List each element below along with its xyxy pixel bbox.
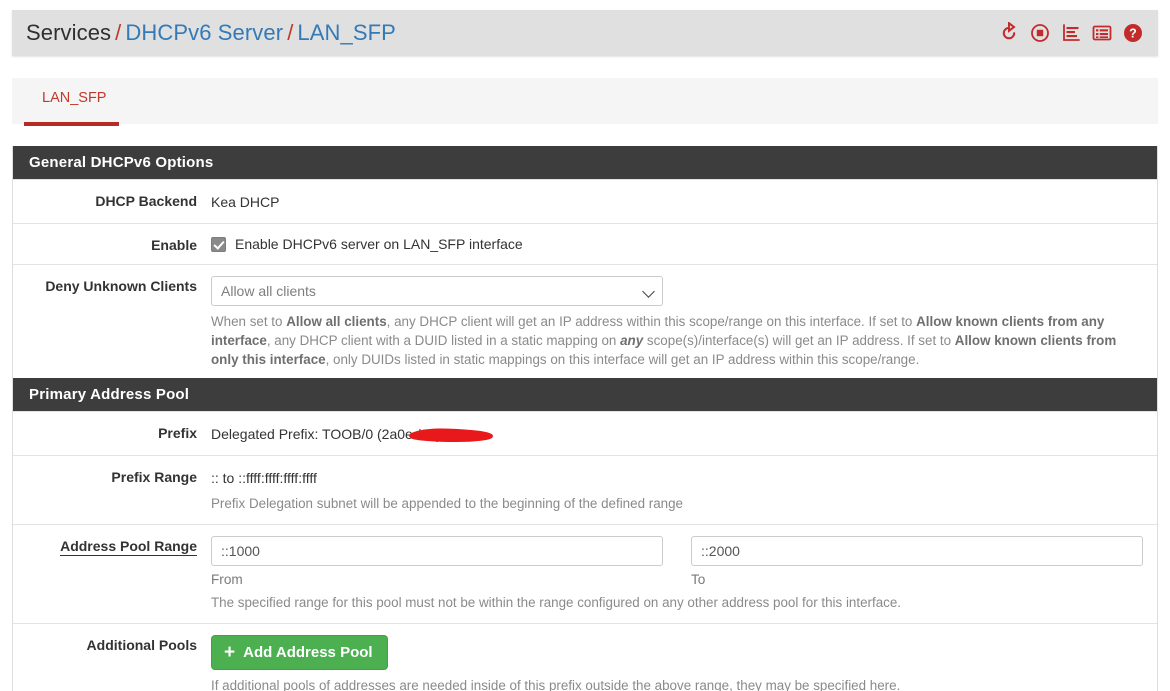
breadcrumb-bar: Services / DHCPv6 Server / LAN_SFP ?: [12, 10, 1158, 56]
panel-primary-address-pool: Primary Address Pool Prefix Delegated Pr…: [12, 378, 1158, 691]
row-enable: Enable Enable DHCPv6 server on LAN_SFP i…: [13, 223, 1157, 264]
label-prefix-range: Prefix Range: [111, 469, 197, 485]
label-additional-pools: Additional Pools: [86, 637, 197, 653]
sublabel-from: From: [211, 572, 243, 587]
value-prefix-range: :: to ::ffff:ffff:ffff:ffff: [211, 470, 317, 486]
label-deny-unknown-clients: Deny Unknown Clients: [45, 278, 197, 294]
address-pool-from-input[interactable]: [211, 536, 663, 566]
deny-unknown-clients-select[interactable]: Allow all clients Allow known clients fr…: [211, 276, 663, 306]
label-prefix: Prefix: [158, 425, 197, 441]
row-prefix-range: Prefix Range :: to ::ffff:ffff:ffff:ffff…: [13, 455, 1157, 524]
breadcrumb-actions: ?: [998, 22, 1158, 44]
tab-strip: LAN_SFP: [12, 78, 1158, 126]
tab-lan-sfp[interactable]: LAN_SFP: [24, 88, 124, 118]
help-prefix-range: Prefix Delegation subnet will be appende…: [211, 496, 683, 511]
enable-dhcpv6-checkbox[interactable]: [211, 236, 226, 252]
page-root: Services / DHCPv6 Server / LAN_SFP ? LAN…: [0, 0, 1170, 691]
breadcrumb-separator-1: /: [115, 20, 122, 45]
breadcrumb-root: Services: [26, 20, 112, 45]
help-additional-pools: If additional pools of addresses are nee…: [211, 678, 901, 691]
restart-service-icon[interactable]: [998, 22, 1020, 44]
value-prefix: Delegated Prefix: TOOB/0 (2a0e /64)/64: [211, 426, 461, 442]
help-address-pool-range: The specified range for this pool must n…: [211, 595, 902, 610]
value-dhcp-backend: Kea DHCP: [211, 194, 280, 210]
help-deny-unknown-clients: When set to Allow all clients, any DHCP …: [211, 314, 1117, 367]
row-address-pool-range: Address Pool Range From To The specified…: [13, 524, 1157, 623]
label-dhcp-backend: DHCP Backend: [95, 193, 197, 209]
value-prefix-wrapper: Delegated Prefix: TOOB/0 (2a0e /64)/64: [211, 423, 493, 444]
row-additional-pools: Additional Pools + Add Address Pool If a…: [13, 623, 1157, 691]
add-address-pool-button[interactable]: + Add Address Pool: [211, 635, 388, 670]
panel-general-dhcpv6-options: General DHCPv6 Options DHCP Backend Kea …: [12, 146, 1158, 381]
log-icon[interactable]: [1060, 22, 1082, 44]
label-enable: Enable: [151, 237, 197, 253]
stop-service-icon[interactable]: [1029, 22, 1051, 44]
help-icon[interactable]: ?: [1122, 22, 1144, 44]
panel-title-primary-pool: Primary Address Pool: [13, 378, 1157, 411]
add-address-pool-button-label: Add Address Pool: [243, 644, 373, 661]
label-address-pool-range[interactable]: Address Pool Range: [13, 536, 211, 612]
row-deny-unknown-clients: Deny Unknown Clients Allow all clients A…: [13, 264, 1157, 380]
plus-icon: +: [224, 642, 236, 663]
row-dhcp-backend: DHCP Backend Kea DHCP: [13, 179, 1157, 223]
breadcrumb-link-lan-sfp[interactable]: LAN_SFP: [297, 20, 396, 45]
breadcrumb: Services / DHCPv6 Server / LAN_SFP: [12, 20, 396, 46]
panel-title-general: General DHCPv6 Options: [13, 146, 1157, 179]
enable-dhcpv6-checkbox-label[interactable]: Enable DHCPv6 server on LAN_SFP interfac…: [235, 236, 523, 252]
svg-text:?: ?: [1129, 27, 1137, 41]
tab-active-indicator: [24, 122, 119, 126]
row-prefix: Prefix Delegated Prefix: TOOB/0 (2a0e /6…: [13, 411, 1157, 455]
breadcrumb-separator-2: /: [287, 20, 294, 45]
list-icon[interactable]: [1091, 22, 1113, 44]
address-pool-to-input[interactable]: [691, 536, 1143, 566]
sublabel-to: To: [691, 572, 706, 587]
breadcrumb-link-dhcpv6-server[interactable]: DHCPv6 Server: [125, 20, 283, 45]
